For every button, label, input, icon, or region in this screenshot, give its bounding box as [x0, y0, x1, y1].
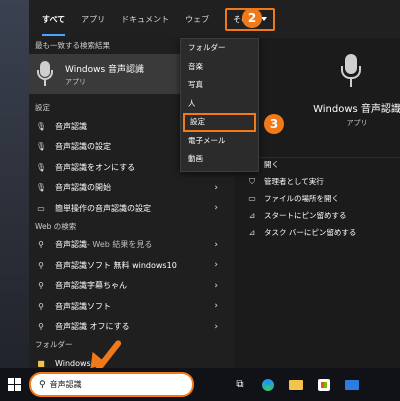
microphone-icon: 🎙: [35, 162, 47, 172]
taskbar-search-box[interactable]: ⚲ 音声認識: [29, 372, 194, 397]
microphone-icon: [35, 61, 55, 87]
chevron-right-icon[interactable]: ›: [214, 240, 218, 250]
web-search-header: Web の検索: [35, 221, 77, 231]
action-label: スタートにピン留めする: [264, 211, 347, 220]
settings-item-label: 簡単操作の音声認識の設定: [55, 203, 151, 213]
tab-apps[interactable]: アプリ: [81, 14, 105, 25]
folders-header: フォルダー: [35, 340, 73, 349]
mail-icon: [345, 379, 359, 390]
folder-icon: ■: [37, 358, 45, 368]
web-item-text: 音声認識ソフト: [55, 301, 111, 311]
chevron-right-icon[interactable]: ›: [214, 260, 218, 270]
pin-icon: ⊿: [248, 211, 256, 220]
search-icon: ⚲: [38, 281, 44, 291]
microphone-icon: 🎙: [35, 142, 47, 152]
settings-item[interactable]: 🎙 音声認識の開始 ›: [29, 178, 230, 199]
search-input-value: 音声認識: [49, 380, 82, 389]
web-search-item[interactable]: ⚲ 音声認識 - Web 結果を見る ›: [29, 235, 230, 256]
action-label: 開く: [264, 160, 279, 169]
dropdown-item-email[interactable]: 電子メール: [181, 132, 258, 151]
action-pin-to-start[interactable]: ⊿ スタートにピン留めする: [246, 207, 356, 224]
mail-button[interactable]: [338, 368, 366, 401]
chevron-down-icon: [261, 17, 268, 21]
more-dropdown-menu: フォルダー 音楽 写真 人 設定 電子メール 動画: [180, 38, 259, 172]
taskbar: ⚲ 音声認識 ⧉: [0, 368, 400, 401]
settings-item-label: 音声認識をオンにする: [55, 162, 136, 172]
search-icon: ⚲: [38, 322, 44, 332]
action-label: ファイルの場所を開く: [264, 194, 339, 203]
dropdown-item-folders[interactable]: フォルダー: [181, 39, 258, 58]
action-list: ⇱ 開く ⛉ 管理者として実行 ▭ ファイルの場所を開く ⊿ スタートにピン留め…: [246, 156, 356, 241]
chevron-right-icon[interactable]: ›: [214, 203, 218, 213]
web-search-item[interactable]: ⚲ 音声認識ソフト ›: [29, 296, 230, 317]
chevron-right-icon[interactable]: ›: [214, 183, 218, 193]
edge-icon: [262, 378, 274, 391]
search-icon: ⚲: [38, 301, 44, 311]
search-icon: ⚲: [38, 260, 44, 270]
file-explorer-button[interactable]: [282, 368, 310, 401]
store-icon: [318, 378, 330, 391]
action-label: タスク バーにピン留めする: [264, 228, 357, 237]
folder-icon: ▭: [248, 194, 256, 203]
best-match-subtitle: アプリ: [65, 77, 86, 86]
dropdown-item-music[interactable]: 音楽: [181, 58, 258, 77]
step-badge-2: 2: [242, 8, 262, 28]
ease-of-access-icon: ▭: [37, 203, 45, 213]
tab-documents[interactable]: ドキュメント: [121, 14, 169, 25]
action-label: 管理者として実行: [264, 177, 324, 186]
settings-item-label: 音声認識: [55, 121, 87, 131]
web-item-text: 音声認識 オフにする: [55, 322, 130, 332]
start-button[interactable]: [0, 368, 29, 401]
chevron-right-icon[interactable]: ›: [214, 301, 218, 311]
edge-button[interactable]: [254, 368, 282, 401]
windows-logo-icon: [8, 378, 21, 391]
web-item-suffix: - Web 結果を見る: [87, 240, 153, 250]
tab-all[interactable]: すべて: [42, 14, 66, 36]
web-search-item[interactable]: ⚲ 音声認識ソフト 無料 windows10 ›: [29, 255, 230, 276]
store-button[interactable]: [310, 368, 338, 401]
dropdown-item-people[interactable]: 人: [181, 95, 258, 114]
settings-item[interactable]: ▭ 簡単操作の音声認識の設定 ›: [29, 198, 230, 219]
microphone-icon: 🎙: [35, 121, 47, 131]
chevron-right-icon[interactable]: ›: [214, 322, 218, 332]
search-icon: ⚲: [38, 240, 44, 250]
task-view-button[interactable]: ⧉: [226, 368, 254, 401]
action-open-file-location[interactable]: ▭ ファイルの場所を開く: [246, 190, 356, 207]
web-item-text: 音声認識字幕ちゃん: [55, 281, 127, 291]
pin-icon: ⊿: [248, 228, 256, 237]
best-match-title: Windows 音声認識: [65, 64, 145, 75]
folder-icon: [289, 379, 303, 390]
filter-tabs: すべて アプリ ドキュメント ウェブ その他: [29, 0, 400, 38]
dropdown-item-videos[interactable]: 動画: [181, 150, 258, 169]
shield-icon: ⛉: [249, 176, 255, 186]
settings-item-label: 音声認識の設定: [55, 142, 111, 152]
dropdown-item-settings[interactable]: 設定: [183, 113, 256, 132]
action-open[interactable]: ⇱ 開く: [246, 156, 356, 173]
settings-item-label: 音声認識の開始: [55, 183, 111, 193]
action-pin-to-taskbar[interactable]: ⊿ タスク バーにピン留めする: [246, 224, 357, 241]
step-badge-3: 3: [264, 114, 284, 134]
web-search-item[interactable]: ⚲ 音声認識 オフにする ›: [29, 317, 230, 338]
search-icon: ⚲: [39, 379, 46, 390]
task-view-icon: ⧉: [236, 379, 244, 390]
action-run-as-admin[interactable]: ⛉ 管理者として実行: [246, 173, 356, 190]
microphone-icon: [341, 54, 361, 90]
web-item-text: 音声認識: [55, 240, 87, 250]
tab-web[interactable]: ウェブ: [185, 14, 209, 25]
dropdown-item-photos[interactable]: 写真: [181, 76, 258, 95]
web-item-text: 音声認識ソフト 無料 windows10: [55, 260, 177, 270]
microphone-icon: 🎙: [35, 183, 47, 193]
web-search-item[interactable]: ⚲ 音声認識字幕ちゃん ›: [29, 276, 230, 297]
chevron-right-icon[interactable]: ›: [214, 281, 218, 291]
